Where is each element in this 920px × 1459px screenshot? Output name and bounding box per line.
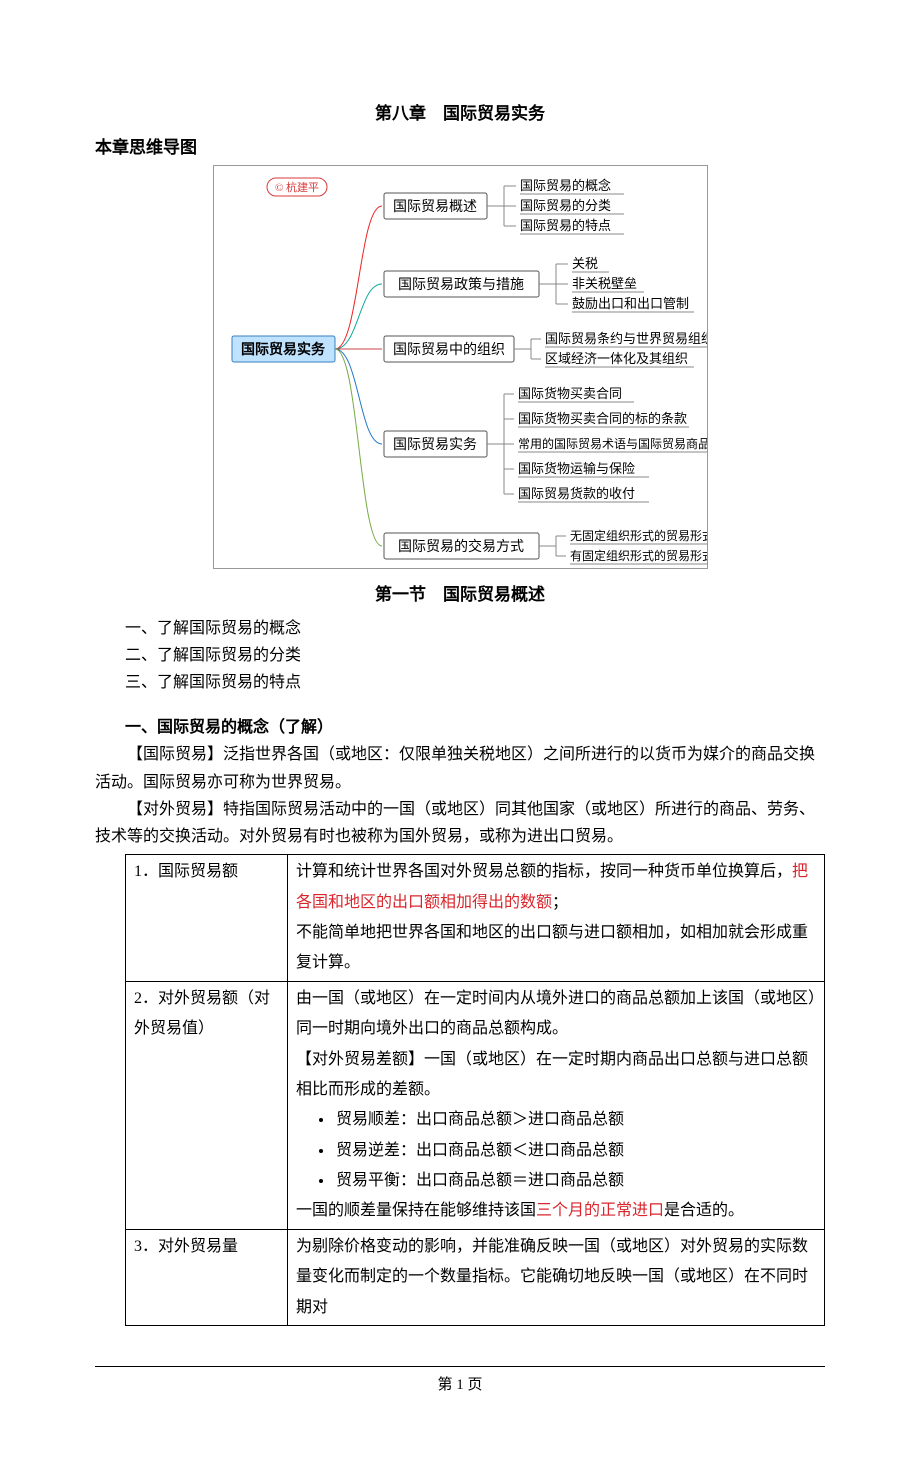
svg-text:非关税壁垒: 非关税壁垒 (572, 276, 637, 291)
term-cell: 3．对外贸易量 (126, 1229, 288, 1325)
svg-text:国际货物买卖合同: 国际货物买卖合同 (518, 386, 622, 401)
table-row: 1．国际贸易额 计算和统计世界各国对外贸易总额的指标，按同一种货币单位换算后，把… (126, 855, 825, 982)
def-text-red: 三个月的正常进口 (536, 1202, 664, 1219)
svg-text:国际贸易的特点: 国际贸易的特点 (520, 218, 611, 233)
def-cell: 为剔除价格变动的影响，并能准确反映一国（或地区）对外贸易的实际数量变化而制定的一… (288, 1229, 825, 1325)
paragraph-1a: 【国际贸易】泛指世界各国（或地区：仅限单独关税地区）之间所进行的以货币为媒介的商… (95, 741, 825, 795)
svg-text:鼓励出口和出口管制: 鼓励出口和出口管制 (572, 296, 689, 311)
def-text: 由一国（或地区）在一定时间内从境外进口的商品总额加上该国（或地区）同一时期向境外… (296, 990, 816, 1037)
svg-text:关税: 关税 (572, 256, 598, 271)
svg-text:常用的国际贸易术语与国际贸易商品价格: 常用的国际贸易术语与国际贸易商品价格 (518, 436, 707, 451)
list-item: 贸易平衡：出口商品总额＝进口商品总额 (334, 1166, 816, 1196)
svg-text:国际贸易的交易方式: 国际贸易的交易方式 (398, 538, 524, 555)
heading-1: 一、国际贸易的概念（了解） (125, 714, 825, 741)
svg-text:© 杭建平: © 杭建平 (274, 180, 318, 194)
def-text: 是合适的。 (664, 1202, 744, 1219)
svg-text:区域经济一体化及其组织: 区域经济一体化及其组织 (545, 351, 688, 366)
svg-text:国际贸易概述: 国际贸易概述 (393, 199, 477, 215)
term-cell: 1．国际贸易额 (126, 855, 288, 982)
svg-text:国际贸易条约与世界贸易组织: 国际贸易条约与世界贸易组织 (545, 331, 707, 346)
key-point-3: 三、了解国际贸易的特点 (125, 669, 825, 696)
svg-text:国际贸易的分类: 国际贸易的分类 (520, 198, 611, 213)
svg-text:国际货物买卖合同的标的条款: 国际货物买卖合同的标的条款 (518, 411, 687, 426)
svg-text:国际贸易的概念: 国际贸易的概念 (520, 178, 611, 193)
key-point-2: 二、了解国际贸易的分类 (125, 642, 825, 669)
svg-text:国际贸易实务: 国际贸易实务 (393, 437, 477, 453)
mindmap-diagram: © 杭建平 国际贸易实务 国际贸易概述 国际贸易的概念 国际贸易的分类 国际贸易… (213, 165, 708, 569)
def-text: ； (552, 894, 568, 911)
def-text: 一国的顺差量保持在能够维持该国 (296, 1202, 536, 1219)
list-item: 贸易逆差：出口商品总额＜进口商品总额 (334, 1136, 816, 1166)
def-text: 不能简单地把世界各国和地区的出口额与进口额相加，如相加就会形成重复计算。 (296, 924, 808, 971)
def-text: 计算和统计世界各国对外贸易总额的指标，按同一种货币单位换算后， (296, 863, 792, 880)
mindmap-label: 本章思维导图 (95, 134, 825, 163)
table-row: 2．对外贸易额（对外贸易值） 由一国（或地区）在一定时间内从境外进口的商品总额加… (126, 981, 825, 1229)
svg-text:国际货物运输与保险: 国际货物运输与保险 (518, 461, 635, 476)
def-cell: 由一国（或地区）在一定时间内从境外进口的商品总额加上该国（或地区）同一时期向境外… (288, 981, 825, 1229)
bullet-list: 贸易顺差：出口商品总额＞进口商品总额 贸易逆差：出口商品总额＜进口商品总额 贸易… (296, 1105, 816, 1196)
chapter-title: 第八章 国际贸易实务 (95, 100, 825, 129)
document-page: 第八章 国际贸易实务 本章思维导图 © 杭建平 国际贸易实务 国际贸易概述 国际… (0, 0, 920, 1459)
def-cell: 计算和统计世界各国对外贸易总额的指标，按同一种货币单位换算后，把各国和地区的出口… (288, 855, 825, 982)
svg-text:国际贸易政策与措施: 国际贸易政策与措施 (398, 276, 524, 293)
paragraph-1b: 【对外贸易】特指国际贸易活动中的一国（或地区）同其他国家（或地区）所进行的商品、… (95, 796, 825, 850)
page-number: 第 1 页 (95, 1373, 825, 1399)
svg-text:无固定组织形式的贸易形式: 无固定组织形式的贸易形式 (570, 528, 707, 543)
section-title: 第一节 国际贸易概述 (95, 581, 825, 610)
definition-table: 1．国际贸易额 计算和统计世界各国对外贸易总额的指标，按同一种货币单位换算后，把… (125, 854, 825, 1326)
key-point-1: 一、了解国际贸易的概念 (125, 615, 825, 642)
svg-text:国际贸易实务: 国际贸易实务 (241, 341, 326, 358)
def-text: 【对外贸易差额】一国（或地区）在一定时期内商品出口总额与进口总额相比而形成的差额… (296, 1051, 808, 1098)
table-row: 3．对外贸易量 为剔除价格变动的影响，并能准确反映一国（或地区）对外贸易的实际数… (126, 1229, 825, 1325)
term-cell: 2．对外贸易额（对外贸易值） (126, 981, 288, 1229)
list-item: 贸易顺差：出口商品总额＞进口商品总额 (334, 1105, 816, 1135)
footer-rule (95, 1366, 825, 1367)
svg-text:国际贸易货款的收付: 国际贸易货款的收付 (518, 486, 635, 501)
svg-text:国际贸易中的组织: 国际贸易中的组织 (393, 342, 505, 358)
def-text: 为剔除价格变动的影响，并能准确反映一国（或地区）对外贸易的实际数量变化而制定的一… (296, 1238, 808, 1316)
svg-text:有固定组织形式的贸易形式: 有固定组织形式的贸易形式 (570, 548, 707, 563)
